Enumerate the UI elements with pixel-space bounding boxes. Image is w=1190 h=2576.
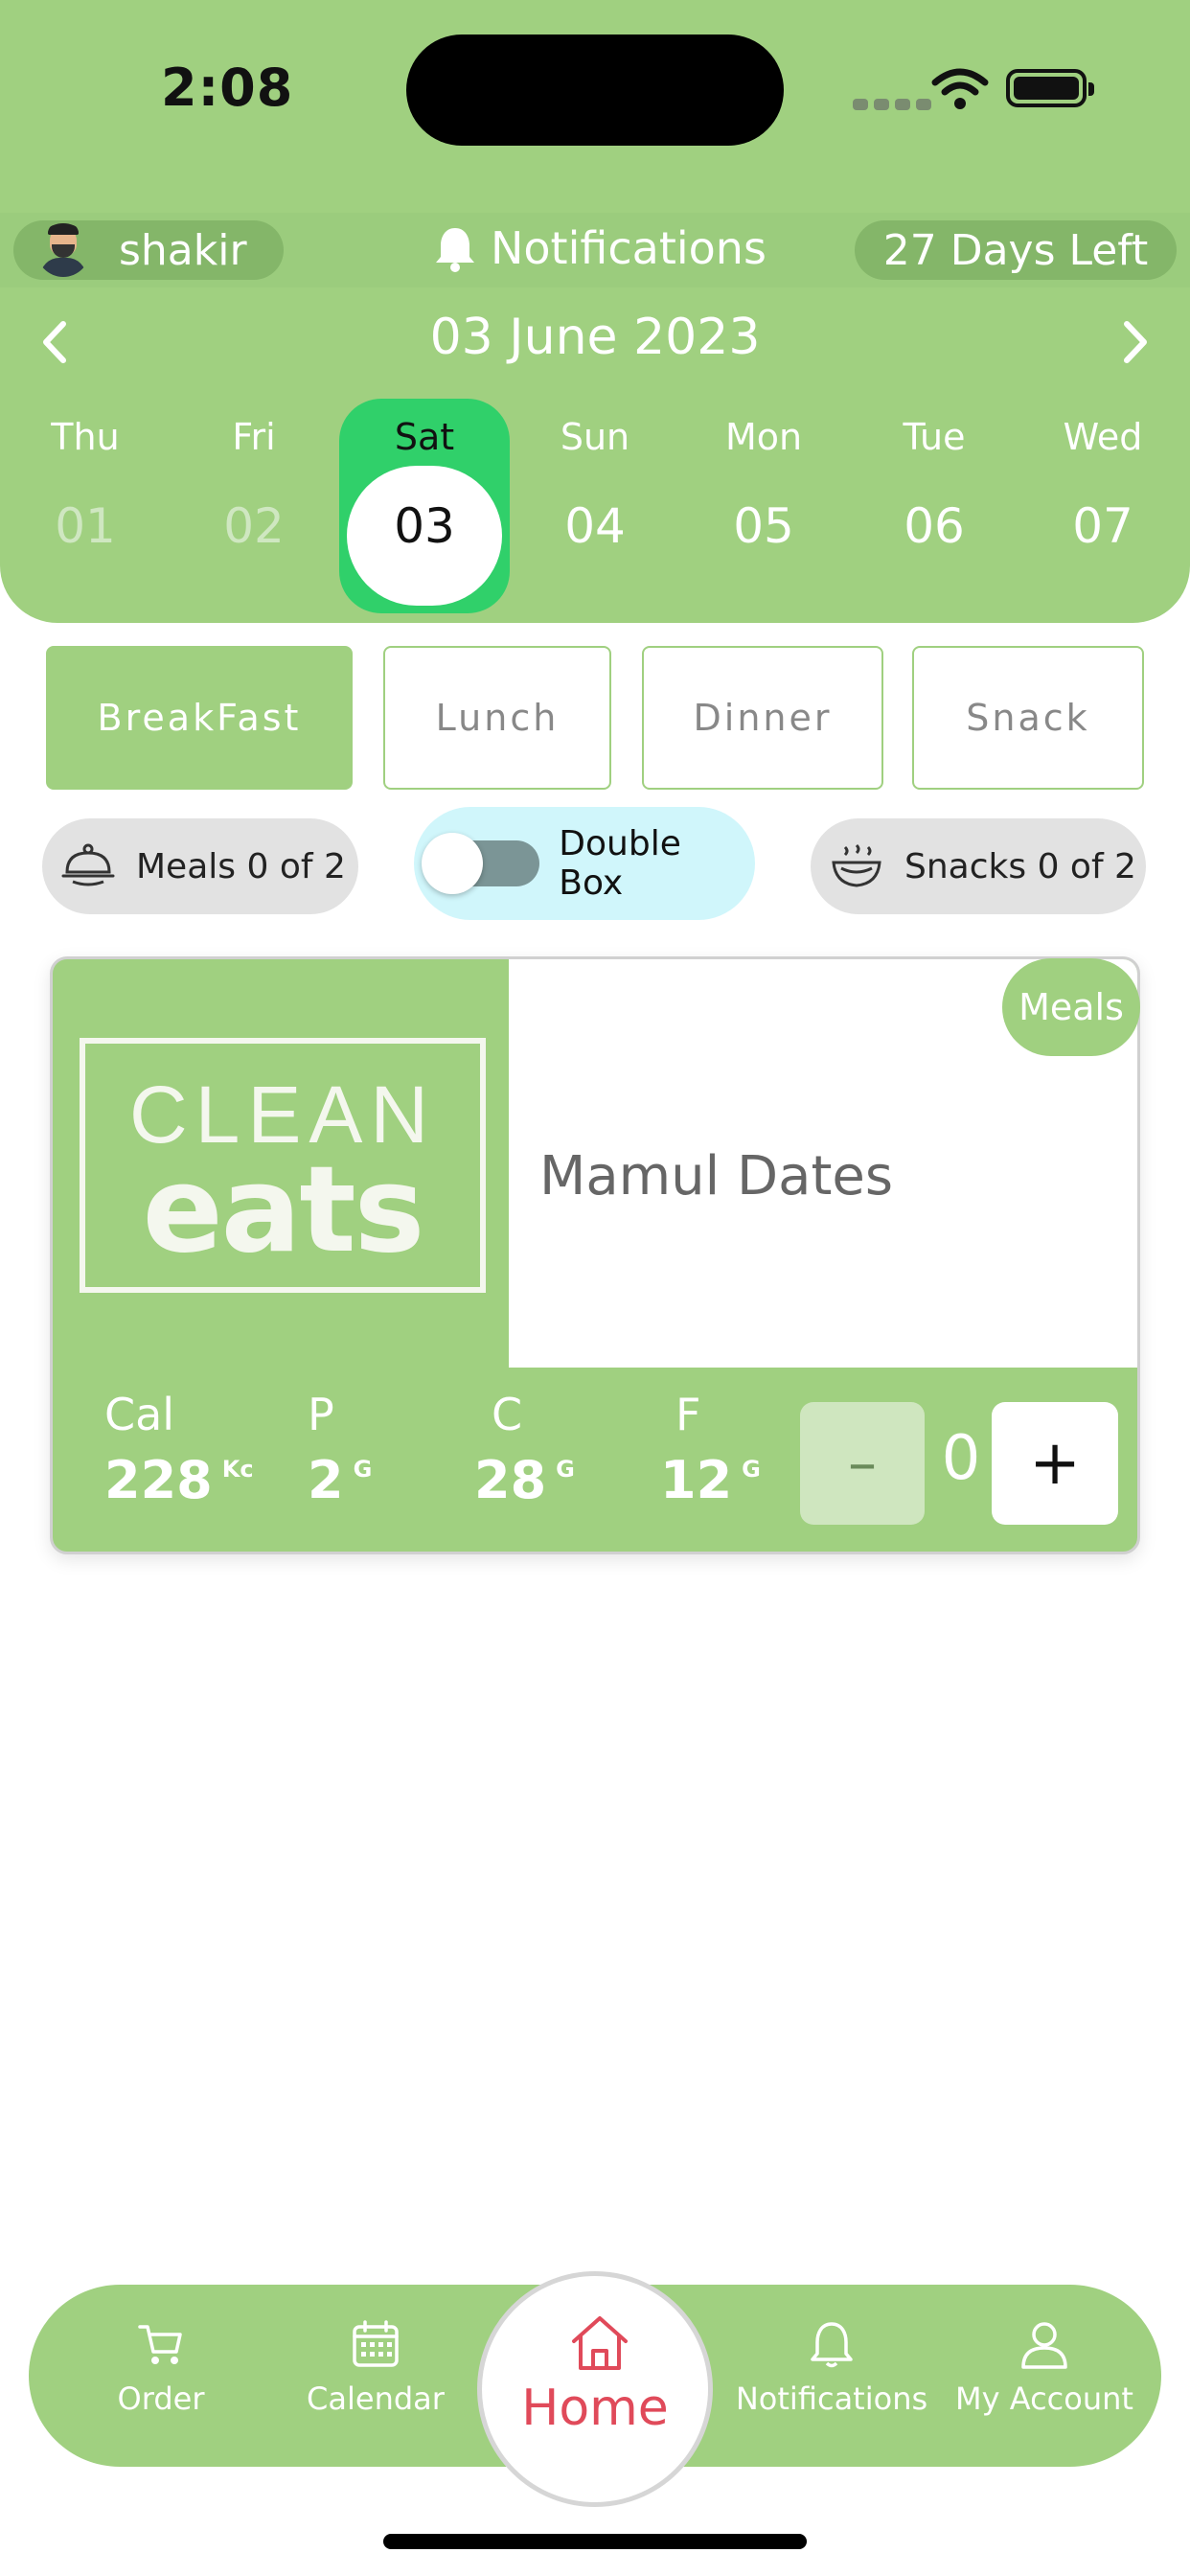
user-icon xyxy=(1021,2322,1067,2369)
nav-home-label: Home xyxy=(521,2380,669,2437)
macro-label: Cal xyxy=(104,1389,175,1440)
nav-calendar-label: Calendar xyxy=(307,2380,445,2417)
cart-icon xyxy=(138,2325,182,2364)
month-navigator: 03 June 2023 xyxy=(0,305,1190,378)
day-thu[interactable]: Thu 01 xyxy=(0,399,171,613)
macro-unit: G xyxy=(353,1456,373,1483)
snacks-counter: Snacks 0 of 2 xyxy=(811,818,1146,914)
macro-protein: P 2G xyxy=(308,1389,372,1510)
nav-my-account-label: My Account xyxy=(955,2380,1133,2417)
day-wed[interactable]: Wed 07 xyxy=(1018,399,1188,613)
day-name: Sun xyxy=(560,416,630,458)
bowl-icon xyxy=(832,843,881,887)
avatar xyxy=(36,223,90,277)
day-name: Mon xyxy=(724,416,803,458)
wifi-icon xyxy=(931,68,989,109)
increase-quantity-button[interactable]: + xyxy=(992,1402,1118,1525)
day-name: Wed xyxy=(1063,416,1143,458)
day-number: 05 xyxy=(733,498,794,554)
meal-type-badge: Meals xyxy=(1002,958,1140,1056)
week-day-strip: Thu 01 Fri 02 Sat 03 Sun 04 Mon 05 Tue 0… xyxy=(0,399,1190,613)
home-icon xyxy=(572,2316,628,2370)
macro-unit: Kc xyxy=(221,1456,254,1483)
day-sat-selected[interactable]: Sat 03 xyxy=(339,399,510,613)
macro-fat: F 12 G xyxy=(660,1389,761,1510)
tab-snack[interactable]: Snack xyxy=(912,646,1144,790)
day-tue[interactable]: Tue 06 xyxy=(849,399,1019,613)
meal-name: Mamul Dates xyxy=(539,1145,894,1208)
meals-counter-text: Meals 0 of 2 xyxy=(136,846,346,886)
user-name: shakir xyxy=(119,225,247,275)
nav-home[interactable]: Home xyxy=(477,2271,713,2507)
day-name: Tue xyxy=(903,416,966,458)
bell-icon xyxy=(811,2322,853,2368)
status-bar: 2:08 xyxy=(0,0,1190,172)
macro-unit: G xyxy=(742,1456,761,1483)
tab-dinner[interactable]: Dinner xyxy=(642,646,883,790)
nav-notifications[interactable]: Notifications xyxy=(726,2319,937,2417)
bell-icon xyxy=(436,228,474,272)
meal-type-badge-wrap: Meals xyxy=(1002,958,1140,1056)
double-box-toggle[interactable]: Double Box xyxy=(414,807,755,920)
macro-carbs: C 28 G xyxy=(474,1389,575,1510)
nav-order[interactable]: Order xyxy=(56,2319,266,2417)
macro-value: 28 xyxy=(474,1450,547,1510)
day-number: 01 xyxy=(55,498,116,554)
day-number: 04 xyxy=(564,498,626,554)
macro-label: F xyxy=(675,1389,701,1440)
month-title: 03 June 2023 xyxy=(429,309,761,366)
day-name: Sat xyxy=(394,416,455,458)
nav-order-label: Order xyxy=(117,2380,205,2417)
dynamic-island xyxy=(406,34,784,146)
battery-icon xyxy=(1006,69,1094,107)
home-indicator xyxy=(383,2534,807,2549)
tab-breakfast[interactable]: BreakFast xyxy=(46,646,353,790)
nav-notifications-label: Notifications xyxy=(735,2380,928,2417)
day-fri[interactable]: Fri 02 xyxy=(169,399,339,613)
macro-unit: G xyxy=(556,1456,575,1483)
clean-eats-logo: CLEAN eats xyxy=(80,1038,486,1293)
double-box-switch[interactable] xyxy=(422,833,540,894)
macro-label: C xyxy=(492,1389,523,1440)
cellular-signal-icon xyxy=(853,96,941,110)
status-time: 2:08 xyxy=(161,58,294,118)
macro-cal: Cal 228 Kc xyxy=(104,1389,254,1510)
chevron-right-icon[interactable] xyxy=(1108,316,1159,368)
user-pill[interactable]: shakir xyxy=(13,220,284,280)
notifications-link[interactable]: Notifications xyxy=(433,217,767,280)
notifications-label: Notifications xyxy=(491,222,767,274)
day-number: 03 xyxy=(394,498,455,554)
day-mon[interactable]: Mon 05 xyxy=(678,399,849,613)
day-name: Thu xyxy=(51,416,120,458)
days-left-text: 27 Days Left xyxy=(882,225,1149,275)
snacks-counter-text: Snacks 0 of 2 xyxy=(904,846,1136,886)
logo-line2: eats xyxy=(142,1141,425,1279)
macro-value: 2 xyxy=(308,1450,344,1510)
days-left-badge: 27 Days Left xyxy=(855,220,1177,280)
decrease-quantity-button[interactable]: – xyxy=(800,1402,925,1525)
day-name: Fri xyxy=(232,416,276,458)
day-number: 07 xyxy=(1072,498,1133,554)
macro-value: 12 xyxy=(660,1450,733,1510)
double-box-label: Double Box xyxy=(559,824,681,903)
day-sun[interactable]: Sun 04 xyxy=(510,399,680,613)
nav-my-account[interactable]: My Account xyxy=(939,2319,1150,2417)
day-number: 02 xyxy=(223,498,285,554)
cloche-icon xyxy=(61,843,115,886)
tab-lunch[interactable]: Lunch xyxy=(383,646,611,790)
macro-label: P xyxy=(308,1389,334,1440)
nav-calendar[interactable]: Calendar xyxy=(270,2319,481,2417)
macro-value: 228 xyxy=(104,1450,213,1510)
calendar-icon xyxy=(353,2320,399,2367)
meals-counter: Meals 0 of 2 xyxy=(42,818,358,914)
day-number: 06 xyxy=(904,498,965,554)
meal-card[interactable]: CLEAN eats Mamul Dates Cal 228 Kc P 2G C … xyxy=(50,956,1140,1554)
quantity-value: 0 xyxy=(941,1423,981,1494)
